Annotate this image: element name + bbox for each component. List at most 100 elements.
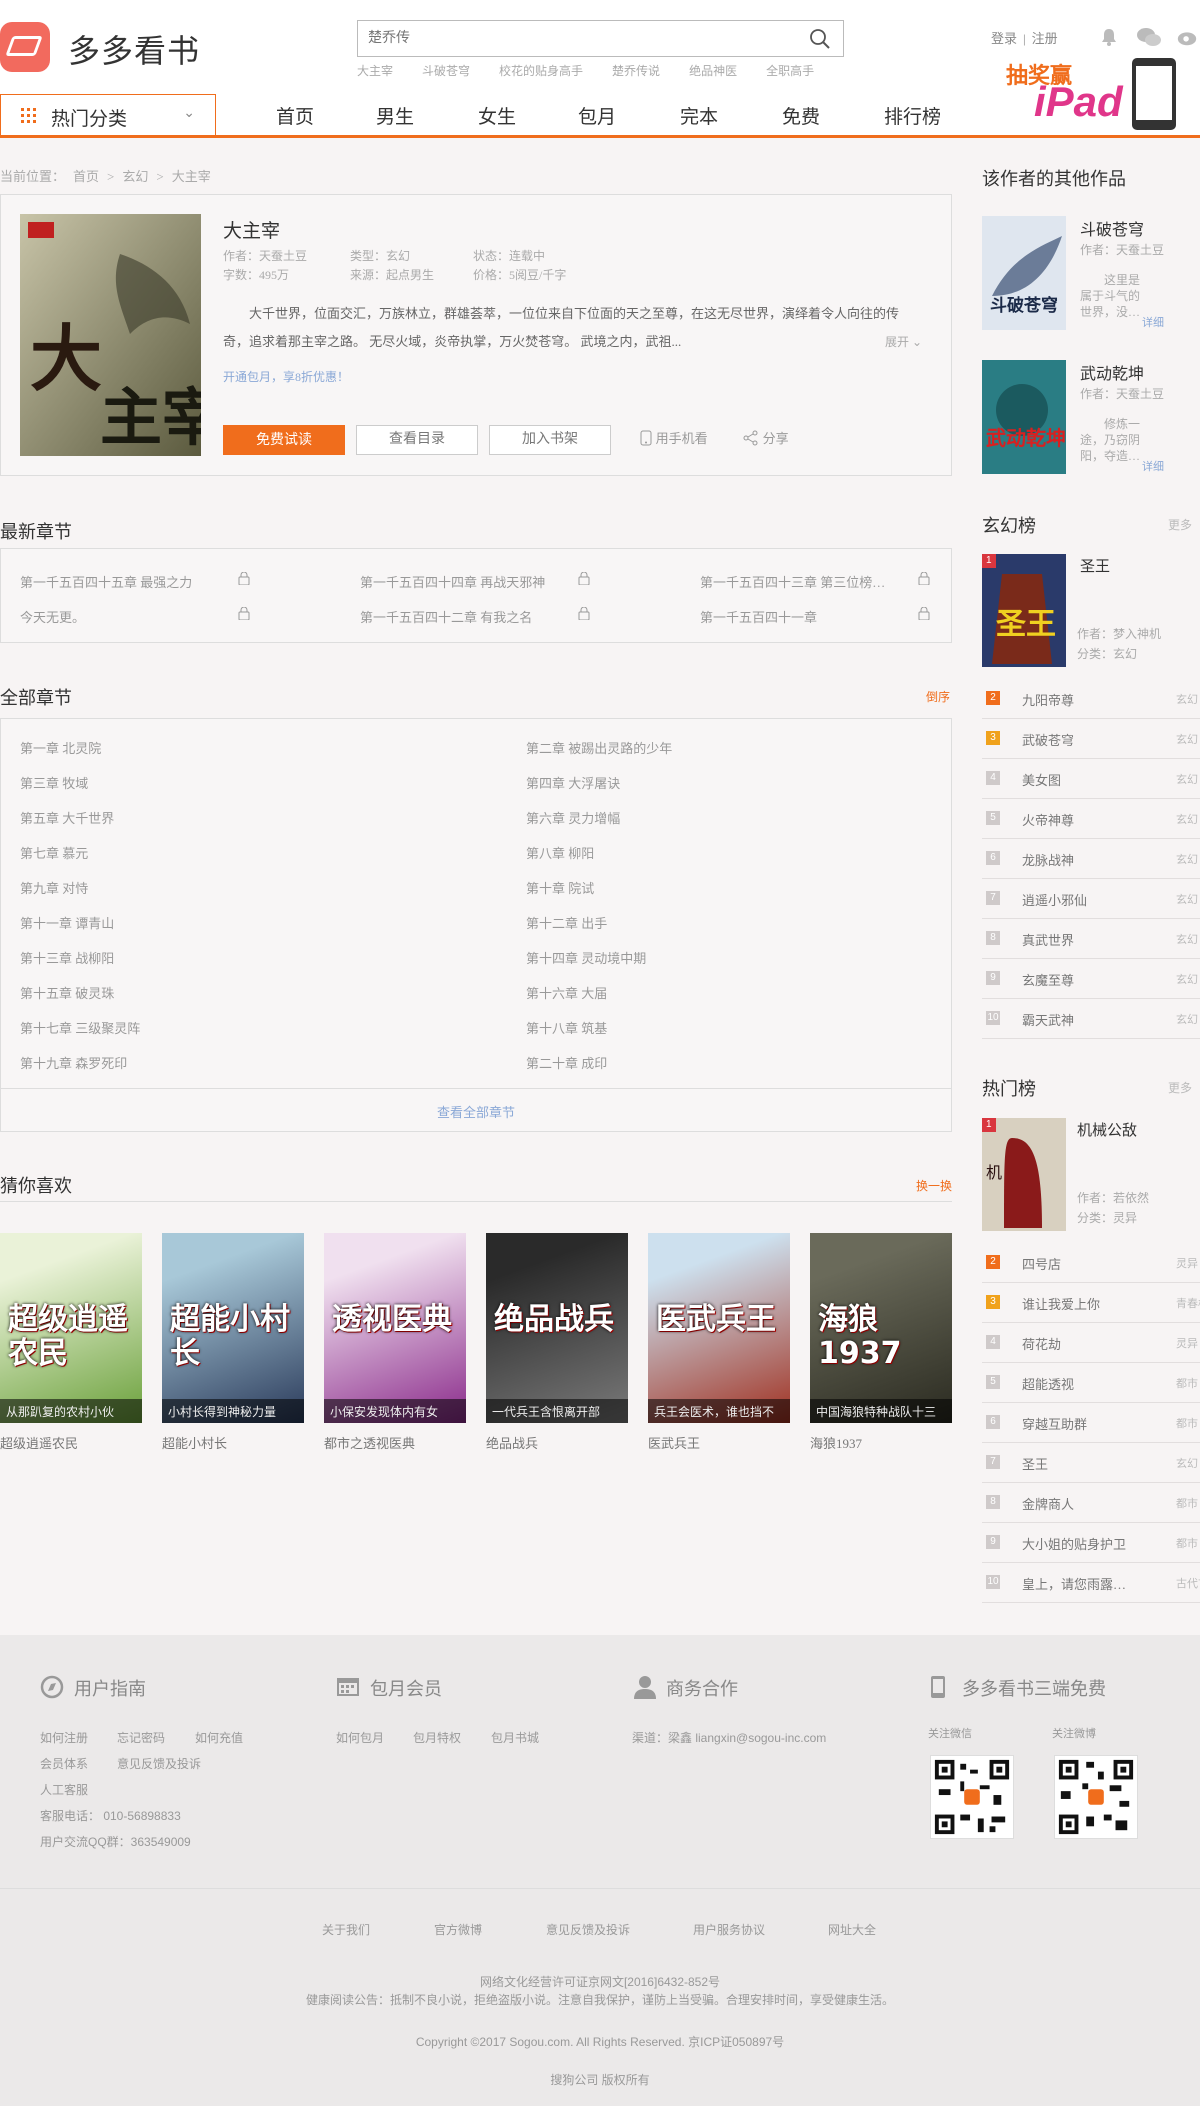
free-read-button[interactable]: 免费试读 xyxy=(223,425,345,455)
chapter-link[interactable]: 第十三章 战柳阳 xyxy=(20,948,114,967)
recommend-book[interactable]: 海狼1937 中国海狼特种战队十三 海狼1937 xyxy=(810,1233,952,1452)
chapter-link[interactable]: 第六章 灵力增幅 xyxy=(526,808,620,827)
footer-bottom-link[interactable]: 关于我们 xyxy=(322,1921,370,1938)
chapter-link[interactable]: 第十六章 大届 xyxy=(526,983,607,1002)
other-work-title[interactable]: 斗破苍穹 xyxy=(1080,216,1144,240)
latest-chapter[interactable]: 今天无更。 xyxy=(20,607,85,626)
footer-link[interactable]: 意见反馈及投诉 xyxy=(117,1755,201,1772)
nav-ranking[interactable]: 排行榜 xyxy=(884,102,941,129)
rank-top-title[interactable]: 机械公敌 xyxy=(1077,1119,1137,1140)
expand-button[interactable]: 展开 ⌄ xyxy=(885,333,922,350)
more-link[interactable]: 更多 xyxy=(1168,516,1192,533)
rank-title[interactable]: 穿越互助群 xyxy=(1022,1414,1087,1433)
chapter-link[interactable]: 第七章 慕元 xyxy=(20,843,88,862)
recommend-name[interactable]: 医武兵王 xyxy=(648,1433,790,1452)
chapter-link[interactable]: 第十二章 出手 xyxy=(526,913,607,932)
rank-item[interactable]: 10 霸天武神 玄幻 xyxy=(982,999,1200,1039)
chapter-link[interactable]: 第十五章 破灵珠 xyxy=(20,983,114,1002)
footer-bottom-link[interactable]: 意见反馈及投诉 xyxy=(546,1921,630,1938)
weibo-icon[interactable] xyxy=(1176,27,1198,47)
reverse-order-button[interactable]: 倒序 xyxy=(926,688,950,705)
latest-chapter[interactable]: 第一千五百四十三章 第三位榜… xyxy=(700,572,885,591)
logo-icon[interactable] xyxy=(0,22,50,72)
nav-male[interactable]: 男生 xyxy=(376,102,414,129)
phone-read-button[interactable]: 用手机看 xyxy=(634,425,714,455)
more-link[interactable]: 更多 xyxy=(1168,1079,1192,1096)
catalog-button[interactable]: 查看目录 xyxy=(356,425,478,455)
chapter-link[interactable]: 第三章 牧域 xyxy=(20,773,88,792)
recommend-cover[interactable]: 超能小村长 小村长得到神秘力量 xyxy=(162,1233,304,1423)
latest-chapter[interactable]: 第一千五百四十五章 最强之力 xyxy=(20,572,192,591)
rank-item[interactable]: 5 火帝神尊 玄幻 xyxy=(982,799,1200,839)
rank-title[interactable]: 大小姐的贴身护卫 xyxy=(1022,1534,1126,1553)
rank-item[interactable]: 3 武破苍穹 玄幻 xyxy=(982,719,1200,759)
other-work-cover[interactable]: 武动乾坤 xyxy=(982,360,1066,474)
rank-item[interactable]: 3 谁让我爱上你 青春校园 xyxy=(982,1283,1200,1323)
rank-title[interactable]: 美女图 xyxy=(1022,770,1061,789)
recommend-cover[interactable]: 医武兵王 兵王会医术，谁也挡不 xyxy=(648,1233,790,1423)
refresh-button[interactable]: 换一换 xyxy=(916,1177,952,1194)
chapter-link[interactable]: 第十四章 灵动境中期 xyxy=(526,948,646,967)
ipad-promo-banner[interactable]: 抽奖赢 iPad xyxy=(1000,56,1180,136)
footer-link[interactable]: 如何注册 xyxy=(40,1729,88,1746)
rank-title[interactable]: 四号店 xyxy=(1022,1254,1061,1273)
recommend-book[interactable]: 透视医典 小保安发现体内有女都市之透视医典 xyxy=(324,1233,466,1452)
recommend-cover[interactable]: 绝品战兵 一代兵王含恨离开部 xyxy=(486,1233,628,1423)
recommend-cover[interactable]: 海狼1937 中国海狼特种战队十三 xyxy=(810,1233,952,1423)
rank-title[interactable]: 火帝神尊 xyxy=(1022,810,1074,829)
breadcrumb-category[interactable]: 玄幻 xyxy=(122,169,148,184)
latest-chapter[interactable]: 第一千五百四十二章 有我之名 xyxy=(360,607,532,626)
chapter-link[interactable]: 第二章 被踢出灵路的少年 xyxy=(526,738,672,757)
add-shelf-button[interactable]: 加入书架 xyxy=(489,425,611,455)
search-icon[interactable] xyxy=(809,28,831,50)
chapter-link[interactable]: 第十七章 三级聚灵阵 xyxy=(20,1018,140,1037)
hot-word[interactable]: 校花的贴身高手 xyxy=(499,64,583,78)
recommend-name[interactable]: 绝品战兵 xyxy=(486,1433,628,1452)
monthly-promo-link[interactable]: 开通包月，享8折优惠！ xyxy=(223,368,349,385)
nav-monthly[interactable]: 包月 xyxy=(578,102,616,129)
recommend-name[interactable]: 超能小村长 xyxy=(162,1433,304,1452)
rank-item[interactable]: 8 真武世界 玄幻 xyxy=(982,919,1200,959)
rank-title[interactable]: 圣王 xyxy=(1022,1454,1048,1473)
recommend-cover[interactable]: 透视医典 小保安发现体内有女 xyxy=(324,1233,466,1423)
view-all-chapters-link[interactable]: 查看全部章节 xyxy=(0,1102,952,1121)
rank-item[interactable]: 10 皇上，请您雨露… 古代言情 xyxy=(982,1563,1200,1603)
rank-item[interactable]: 2 四号店 灵异 xyxy=(982,1243,1200,1283)
rank-title[interactable]: 逍遥小邪仙 xyxy=(1022,890,1087,909)
latest-chapter[interactable]: 第一千五百四十四章 再战天邪神 xyxy=(360,572,545,591)
nav-finished[interactable]: 完本 xyxy=(680,102,718,129)
footer-bottom-link[interactable]: 网址大全 xyxy=(828,1921,876,1938)
chapter-link[interactable]: 第四章 大浮屠诀 xyxy=(526,773,620,792)
logo-text[interactable]: 多多看书 xyxy=(68,26,200,72)
rank-item[interactable]: 8 金牌商人 都市 xyxy=(982,1483,1200,1523)
recommend-name[interactable]: 都市之透视医典 xyxy=(324,1433,466,1452)
nav-free[interactable]: 免费 xyxy=(782,102,820,129)
rank-item[interactable]: 5 超能透视 都市 xyxy=(982,1363,1200,1403)
footer-link[interactable]: 会员体系 xyxy=(40,1755,88,1772)
rank-title[interactable]: 玄魔至尊 xyxy=(1022,970,1074,989)
rank-title[interactable]: 超能透视 xyxy=(1022,1374,1074,1393)
chapter-link[interactable]: 第二十章 成印 xyxy=(526,1053,607,1072)
nav-home[interactable]: 首页 xyxy=(276,102,314,129)
recommend-book[interactable]: 超能小村长 小村长得到神秘力量超能小村长 xyxy=(162,1233,304,1452)
rank-title[interactable]: 武破苍穹 xyxy=(1022,730,1074,749)
rank-title[interactable]: 皇上，请您雨露… xyxy=(1022,1574,1126,1593)
chapter-link[interactable]: 第十章 院试 xyxy=(526,878,594,897)
rank-title[interactable]: 真武世界 xyxy=(1022,930,1074,949)
rank-item[interactable]: 2 九阳帝尊 玄幻 xyxy=(982,679,1200,719)
rank-item[interactable]: 9 玄魔至尊 玄幻 xyxy=(982,959,1200,999)
book-author[interactable]: 作者：天蚕土豆 xyxy=(223,247,307,264)
chapter-link[interactable]: 第十九章 森罗死印 xyxy=(20,1053,127,1072)
breadcrumb-home[interactable]: 首页 xyxy=(73,169,99,184)
book-cover[interactable]: 大 主宰 xyxy=(20,214,201,456)
other-work-cover[interactable]: 斗破苍穹 xyxy=(982,216,1066,330)
hot-word[interactable]: 斗破苍穹 xyxy=(422,64,470,78)
latest-chapter[interactable]: 第一千五百四十一章 xyxy=(700,607,817,626)
hot-word[interactable]: 楚乔传说 xyxy=(612,64,660,78)
chapter-link[interactable]: 第九章 对恃 xyxy=(20,878,88,897)
footer-link[interactable]: 如何充值 xyxy=(195,1729,243,1746)
category-dropdown[interactable]: 热门分类 ⌄ xyxy=(0,94,216,136)
chapter-link[interactable]: 第八章 柳阳 xyxy=(526,843,594,862)
share-button[interactable]: 分享 xyxy=(736,425,796,455)
footer-link[interactable]: 人工客服 xyxy=(40,1781,88,1798)
